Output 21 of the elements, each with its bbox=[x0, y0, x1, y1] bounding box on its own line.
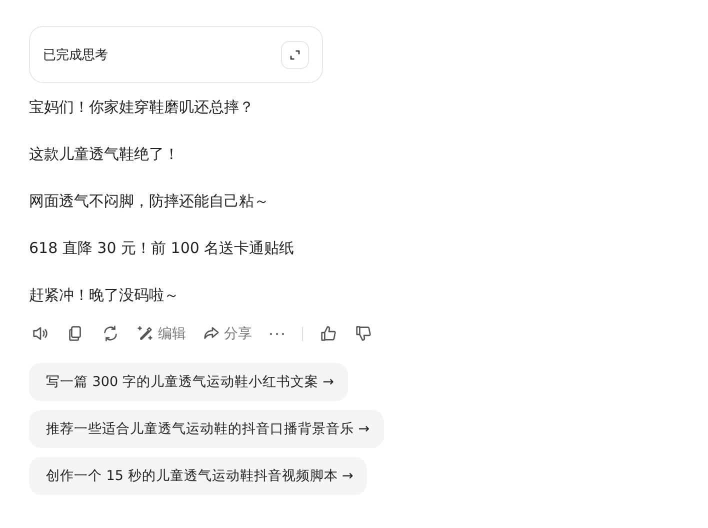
suggestion-chip[interactable]: 创作一个 15 秒的儿童透气运动鞋抖音视频脚本 → bbox=[29, 457, 368, 495]
message-paragraph: 宝妈们！你家娃穿鞋磨叽还总摔？ bbox=[29, 97, 254, 118]
like-button[interactable] bbox=[319, 324, 338, 343]
pencil-sparkle-icon bbox=[136, 324, 155, 343]
message-paragraph: 618 直降 30 元！前 100 名送卡通贴纸 bbox=[29, 238, 294, 259]
speaker-button[interactable] bbox=[31, 324, 50, 343]
refresh-button[interactable] bbox=[101, 324, 120, 343]
thumbs-up-icon bbox=[319, 324, 338, 343]
share-button[interactable]: 分享 bbox=[202, 324, 252, 343]
thinking-card[interactable]: 已完成思考 bbox=[29, 26, 323, 83]
message-paragraph: 赶紧冲！晚了没码啦～ bbox=[29, 285, 179, 306]
suggestion-chip[interactable]: 写一篇 300 字的儿童透气运动鞋小红书文案 → bbox=[29, 363, 348, 401]
refresh-icon bbox=[101, 324, 120, 343]
edit-button[interactable]: 编辑 bbox=[136, 324, 186, 343]
message-paragraph: 这款儿童透气鞋绝了！ bbox=[29, 144, 179, 165]
speaker-icon bbox=[31, 324, 50, 343]
thumbs-down-icon bbox=[354, 324, 373, 343]
message-paragraph: 网面透气不闷脚，防摔还能自己粘～ bbox=[29, 191, 269, 212]
dislike-button[interactable] bbox=[354, 324, 373, 343]
thinking-label: 已完成思考 bbox=[43, 46, 108, 64]
suggestion-chip[interactable]: 推荐一些适合儿童透气运动鞋的抖音口播背景音乐 → bbox=[29, 410, 384, 448]
